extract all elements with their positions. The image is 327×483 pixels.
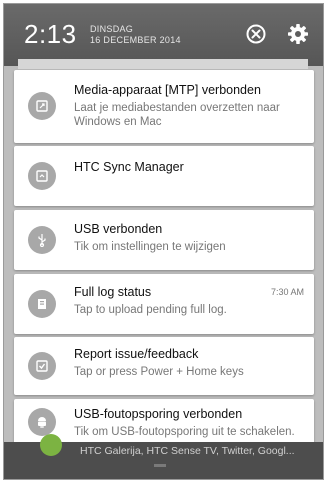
clear-all-button[interactable] bbox=[244, 22, 268, 46]
peek-text: HTC Galerija, HTC Sense TV, Twitter, Goo… bbox=[80, 445, 295, 457]
gear-icon bbox=[288, 24, 308, 44]
notification-time: 7:30 AM bbox=[270, 287, 304, 297]
notification-title: USB-foutopsporing verbonden bbox=[74, 407, 243, 421]
notification-text: Laat je mediabestanden overzetten naar W… bbox=[74, 102, 280, 128]
drawer-handle bbox=[154, 464, 166, 467]
notification-full-log[interactable]: Full log status 7:30 AM Tap to upload pe… bbox=[14, 274, 314, 334]
media-device-icon bbox=[28, 92, 56, 120]
notification-text: Tik om instellingen te wijzigen bbox=[74, 241, 226, 253]
notification-mtp[interactable]: Media-apparaat [MTP] verbonden Laat je m… bbox=[14, 70, 314, 143]
notification-shade: 2:13 DINSDAG 16 DECEMBER 2014 Media-appa… bbox=[3, 3, 324, 480]
log-icon bbox=[28, 290, 56, 318]
checklist-icon bbox=[28, 352, 56, 380]
notification-title: Report issue/feedback bbox=[74, 347, 199, 361]
notification-title: HTC Sync Manager bbox=[74, 160, 184, 174]
date-block: DINSDAG 16 DECEMBER 2014 bbox=[90, 24, 181, 46]
clock-time: 2:13 bbox=[24, 19, 77, 49]
circle-x-icon bbox=[246, 24, 266, 44]
notification-text: Tap to upload pending full log. bbox=[74, 304, 227, 316]
sync-manager-icon bbox=[28, 162, 56, 190]
stacked-notification-edge bbox=[18, 59, 308, 69]
status-bar: 2:13 DINSDAG 16 DECEMBER 2014 bbox=[4, 4, 323, 66]
notification-text: Tap or press Power + Home keys bbox=[74, 366, 244, 378]
weekday-label: DINSDAG bbox=[90, 24, 134, 34]
notification-title: Media-apparaat [MTP] verbonden bbox=[74, 83, 261, 97]
notification-title: USB verbonden bbox=[74, 222, 163, 236]
background-home-peek: HTC Galerija, HTC Sense TV, Twitter, Goo… bbox=[4, 434, 323, 479]
notification-usb[interactable]: USB verbonden Tik om instellingen te wij… bbox=[14, 210, 314, 270]
notification-report-issue[interactable]: Report issue/feedback Tap or press Power… bbox=[14, 337, 314, 395]
settings-button[interactable] bbox=[286, 22, 310, 46]
android-debug-icon bbox=[28, 408, 56, 436]
notification-title: Full log status bbox=[74, 285, 152, 299]
notification-htc-sync[interactable]: HTC Sync Manager bbox=[14, 146, 314, 206]
notification-text: Tik om USB-foutopsporing uit te schakele… bbox=[74, 426, 295, 438]
app-icon bbox=[40, 434, 62, 456]
usb-icon bbox=[28, 226, 56, 254]
date-label: 16 DECEMBER 2014 bbox=[90, 35, 181, 45]
